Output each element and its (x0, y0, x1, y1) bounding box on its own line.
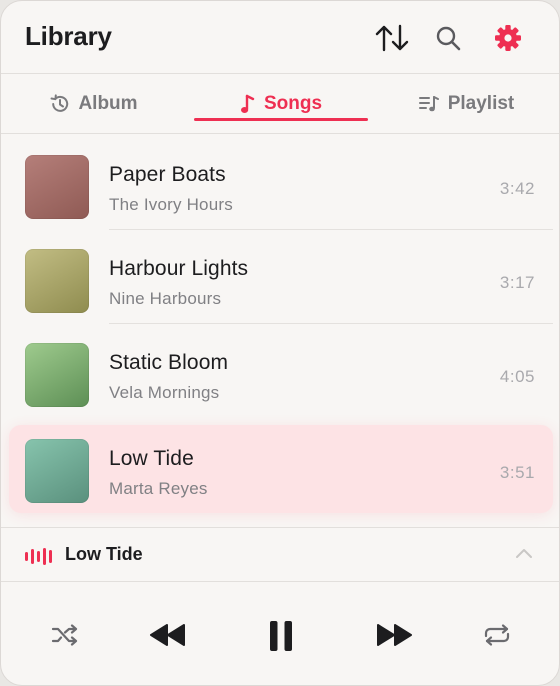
album-art (25, 343, 89, 407)
library-window: Library Album Songs Playlist Paper Boats… (0, 0, 560, 686)
sort-button[interactable] (375, 21, 409, 55)
active-tab-indicator (194, 118, 368, 121)
song-artist: Marta Reyes (109, 479, 208, 498)
song-artist: The Ivory Hours (109, 195, 233, 214)
song-title: Low Tide (109, 447, 194, 470)
equalizer-icon (25, 547, 52, 565)
fast-forward-icon (377, 624, 412, 646)
next-button[interactable] (371, 619, 417, 651)
album-art (25, 249, 89, 313)
controls-divider (1, 581, 559, 582)
now-playing-title: Low Tide (65, 544, 143, 564)
playback-controls (1, 583, 559, 685)
song-title: Paper Boats (109, 163, 226, 186)
sort-arrows-icon (375, 24, 409, 52)
shuffle-icon (51, 624, 78, 646)
album-art (25, 439, 89, 503)
shuffle-button[interactable] (47, 621, 83, 649)
song-artist: Vela Mornings (109, 383, 220, 402)
tab-songs[interactable]: Songs (188, 75, 374, 133)
tab-album-label: Album (78, 93, 138, 114)
tab-playlist-label: Playlist (447, 93, 515, 114)
rewind-icon (150, 624, 185, 646)
list-divider (1, 527, 559, 528)
row-divider (109, 323, 553, 324)
previous-button[interactable] (145, 619, 191, 651)
song-row-1[interactable]: Harbour Lights Nine Harbours 3:17 (9, 235, 553, 324)
song-row-3[interactable]: Low Tide Marta Reyes 3:51 (9, 425, 553, 513)
header-divider (1, 73, 559, 74)
repeat-icon (484, 624, 510, 646)
tab-album[interactable]: Album (1, 75, 187, 133)
music-note-icon (240, 94, 255, 113)
header: Library (1, 1, 559, 73)
search-button[interactable] (431, 21, 465, 55)
tab-playlist[interactable]: Playlist (373, 75, 559, 133)
tabs-divider (1, 133, 559, 134)
song-row-2[interactable]: Static Bloom Vela Mornings 4:05 (9, 329, 553, 417)
song-title: Static Bloom (109, 351, 229, 374)
page-title: Library (25, 21, 112, 51)
song-duration: 4:05 (499, 367, 535, 386)
history-icon (50, 94, 69, 112)
tab-bar: Album Songs Playlist (1, 75, 559, 133)
search-icon (436, 26, 461, 51)
expand-button[interactable] (513, 543, 535, 565)
song-duration: 3:51 (499, 463, 535, 482)
playlist-icon (418, 96, 439, 112)
gear-icon (495, 25, 521, 51)
chevron-up-icon (516, 549, 532, 558)
row-divider (109, 229, 553, 230)
song-duration: 3:17 (499, 273, 535, 292)
pause-button[interactable] (263, 617, 299, 655)
tab-songs-label: Songs (263, 93, 323, 114)
song-row-0[interactable]: Paper Boats The Ivory Hours 3:42 (9, 141, 553, 230)
repeat-button[interactable] (479, 621, 515, 649)
song-artist: Nine Harbours (109, 289, 222, 308)
settings-button[interactable] (491, 21, 525, 55)
pause-icon (270, 621, 292, 651)
song-duration: 3:42 (499, 179, 535, 198)
now-playing-bar[interactable]: Low Tide (1, 529, 559, 581)
song-title: Harbour Lights (109, 257, 249, 280)
album-art (25, 155, 89, 219)
